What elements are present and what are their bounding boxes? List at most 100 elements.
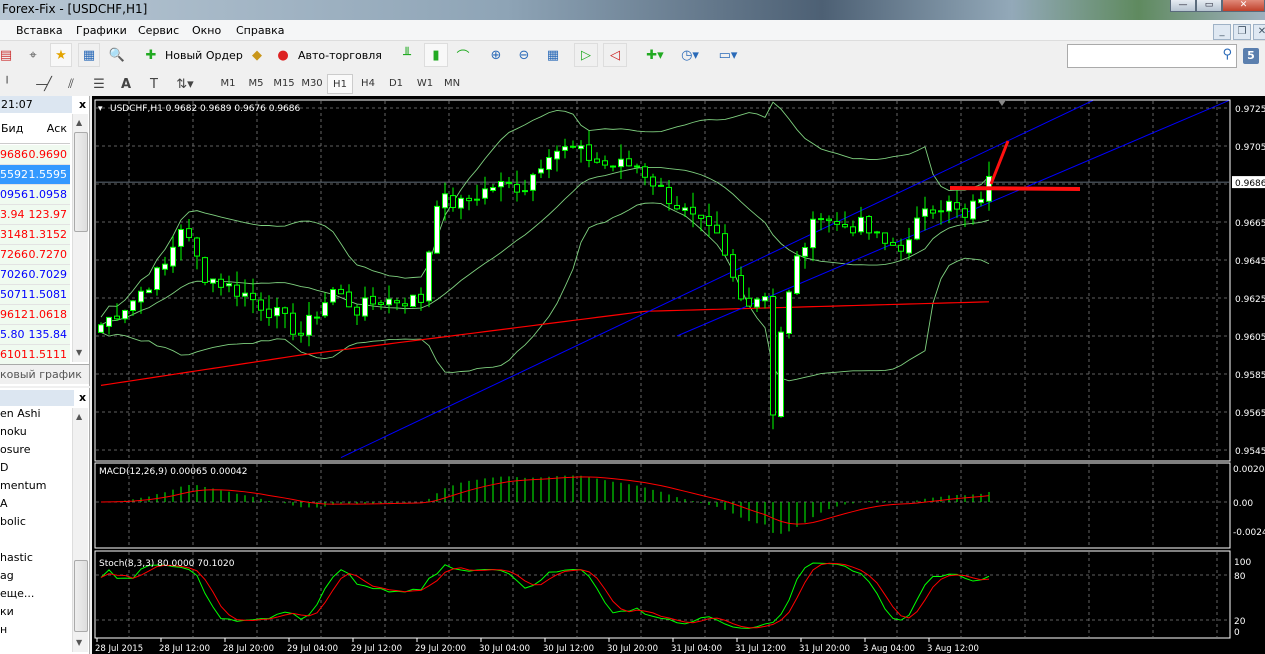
navigator-item[interactable]: noku	[0, 423, 27, 441]
price-chart[interactable]: 0.9725 0.9705 0.9665 0.9645 0.9625 0.9605 0.95…	[92, 96, 1265, 654]
candle-body	[322, 302, 328, 317]
maximize-button[interactable]: ▭	[1196, 0, 1222, 12]
navigator-scrollbar[interactable]: ▲ ▼	[72, 408, 88, 652]
timeframe-mn[interactable]: MN	[439, 74, 465, 94]
indicators-icon[interactable]: ✚▾	[640, 43, 670, 67]
navigator-item[interactable]: osure	[0, 441, 30, 459]
mdi-restore-button[interactable]: ❐	[1233, 24, 1251, 40]
timeframe-m1[interactable]: M1	[215, 74, 241, 94]
menu-charts[interactable]: Графики	[76, 24, 127, 37]
templates-icon[interactable]: ▭▾	[712, 43, 744, 67]
market-watch-row[interactable]: 5592 1.5595	[0, 165, 70, 185]
candle-body	[850, 226, 856, 234]
candlestick-chart-icon[interactable]: ▮	[424, 43, 448, 67]
market-watch-row[interactable]: 0956 1.0958	[0, 185, 70, 205]
zoom-in-icon[interactable]: ⊕	[485, 43, 507, 67]
navigator-item[interactable]: н	[0, 621, 7, 639]
market-watch-row[interactable]: 7026 0.7029	[0, 265, 70, 285]
navigator-item[interactable]: еще...	[0, 585, 34, 603]
candle-body	[690, 206, 696, 215]
price-tick-label: 0.9585	[1235, 371, 1265, 381]
navigator-item[interactable]: hastic	[0, 549, 33, 567]
tester-icon[interactable]: 🔍	[106, 43, 128, 67]
market-watch-row[interactable]: 3.94 123.97	[0, 205, 70, 225]
scrollbar-thumb[interactable]	[74, 132, 88, 232]
scroll-up-icon[interactable]: ▲	[76, 412, 82, 421]
scrollbar-thumb[interactable]	[74, 560, 88, 632]
market-watch-row[interactable]: 6101 1.5111	[0, 345, 70, 365]
price-tick-label: 0.9605	[1235, 333, 1265, 343]
navigator-item[interactable]: ки	[0, 603, 14, 621]
market-watch-row[interactable]: 9686 0.9690	[0, 145, 70, 165]
navigator-item[interactable]: en Ashi	[0, 405, 41, 423]
tile-windows-icon[interactable]: ▦	[542, 43, 564, 67]
timeframe-m15[interactable]: M15	[271, 74, 297, 94]
menu-window[interactable]: Окно	[192, 24, 221, 37]
navigator-icon[interactable]: ▦	[78, 43, 100, 67]
timeframe-h1[interactable]: H1	[327, 74, 353, 94]
menu-insert[interactable]: Вставка	[16, 24, 63, 37]
candle-body	[154, 267, 160, 291]
menu-help[interactable]: Справка	[236, 24, 284, 37]
chart-menu-icon[interactable]: ▾	[98, 104, 103, 114]
timeframe-m5[interactable]: M5	[243, 74, 269, 94]
text-icon[interactable]: A	[116, 72, 136, 96]
favorites-icon[interactable]: ★	[50, 43, 72, 67]
chart-shift-icon[interactable]: ◁	[603, 43, 627, 67]
arrows-icon[interactable]: ⇅▾	[172, 72, 198, 96]
tab-tick-chart[interactable]: ковый график	[0, 368, 82, 381]
zoom-out-icon[interactable]: ⊖	[513, 43, 535, 67]
mdi-close-button[interactable]: ✕	[1253, 24, 1265, 40]
close-icon[interactable]: x	[79, 391, 86, 404]
new-order-button[interactable]: Новый Ордер	[165, 49, 243, 62]
market-watch-row[interactable]: 7266 0.7270	[0, 245, 70, 265]
cursor-icon[interactable]: ╵	[0, 72, 14, 96]
search-icon[interactable]: ⚲	[1222, 47, 1232, 62]
navigator-item[interactable]: D	[0, 459, 8, 477]
scroll-up-icon[interactable]: ▲	[76, 118, 82, 127]
candle-body	[650, 176, 656, 187]
macd-panel-frame	[94, 462, 1231, 549]
column-bid[interactable]: Бид	[1, 122, 23, 135]
close-button[interactable]: ✕	[1222, 0, 1265, 12]
auto-trading-button[interactable]: Авто-торговля	[298, 49, 382, 62]
candle-body	[250, 292, 256, 301]
chart-shift-marker-icon[interactable]	[998, 100, 1006, 106]
crosshair-icon[interactable]: ⌖	[22, 43, 44, 67]
search-input[interactable]: ⚲	[1067, 44, 1237, 68]
new-order-icon[interactable]: ✚	[140, 43, 162, 67]
navigator-item[interactable]: ag	[0, 567, 14, 585]
fibonacci-icon[interactable]: ☰	[88, 72, 110, 96]
periods-icon[interactable]: ◷▾	[675, 43, 705, 67]
timeframe-d1[interactable]: D1	[383, 74, 409, 94]
bar-chart-icon[interactable]: ╨	[396, 43, 418, 67]
line-chart-icon[interactable]: ⌒	[452, 43, 474, 67]
market-watch-row[interactable]: 9612 1.0618	[0, 305, 70, 325]
scroll-down-icon[interactable]: ▼	[76, 638, 82, 647]
trendline-icon[interactable]: ╱	[38, 72, 58, 96]
auto-trading-icon[interactable]: ●	[272, 43, 294, 67]
navigator-item[interactable]: bolic	[0, 513, 26, 531]
menu-tools[interactable]: Сервис	[138, 24, 179, 37]
minimize-button[interactable]: —	[1170, 0, 1196, 12]
mdi-minimize-button[interactable]: _	[1213, 24, 1231, 40]
messages-badge[interactable]: 5	[1243, 48, 1259, 64]
metaeditor-icon[interactable]: ◆	[246, 43, 268, 67]
scroll-down-icon[interactable]: ▼	[76, 348, 82, 357]
timeframe-m30[interactable]: M30	[299, 74, 325, 94]
market-watch-row[interactable]: 5071 1.5081	[0, 285, 70, 305]
text-label-icon[interactable]: T	[144, 72, 164, 96]
navigator-item[interactable]: mentum	[0, 477, 46, 495]
close-icon[interactable]: x	[79, 98, 86, 111]
candle-body	[466, 197, 472, 202]
column-ask[interactable]: Аск	[47, 122, 67, 135]
timeframe-w1[interactable]: W1	[412, 74, 438, 94]
market-watch-row[interactable]: 3148 1.3152	[0, 225, 70, 245]
navigator-item[interactable]: A	[0, 495, 8, 513]
equidistant-channel-icon[interactable]: ⫽	[60, 72, 82, 96]
timeframe-h4[interactable]: H4	[355, 74, 381, 94]
profiles-icon[interactable]: ▤	[0, 43, 12, 67]
autoscroll-icon[interactable]: ▷	[574, 43, 598, 67]
market-watch-row[interactable]: 5.80 135.84	[0, 325, 70, 345]
market-watch-scrollbar[interactable]: ▲ ▼	[72, 114, 88, 362]
